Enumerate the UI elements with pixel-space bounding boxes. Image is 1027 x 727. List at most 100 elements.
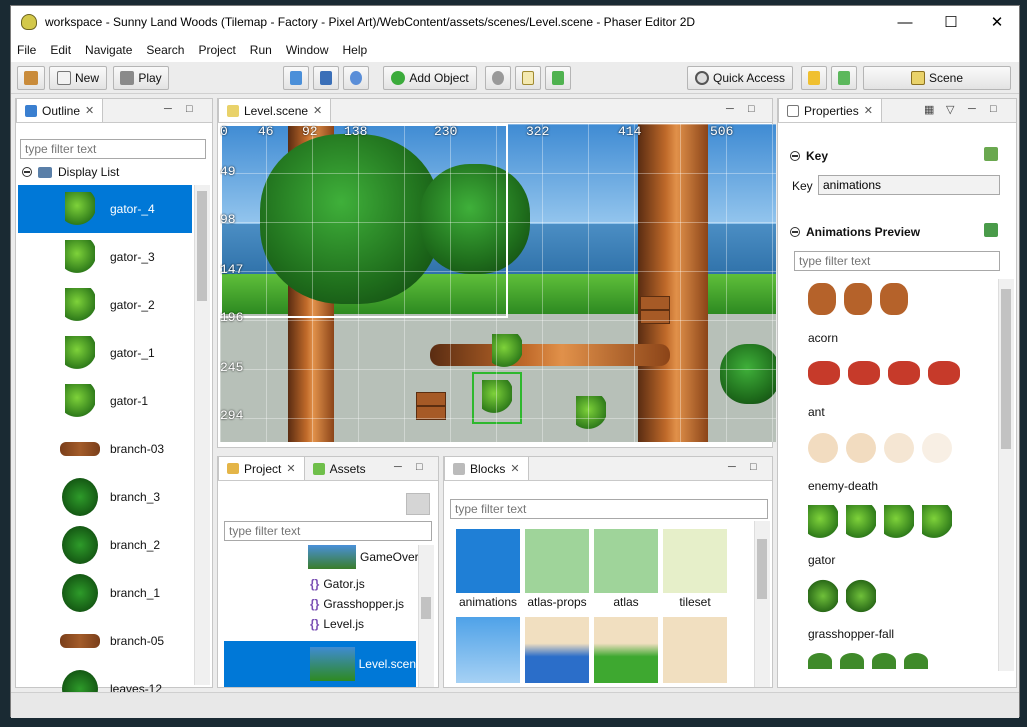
tab-project[interactable]: Project ✕ <box>218 456 305 480</box>
tab-blocks[interactable]: Blocks ✕ <box>444 456 529 480</box>
file-gameover[interactable]: GameOver <box>308 545 419 569</box>
close-icon[interactable]: ✕ <box>864 104 873 117</box>
tab-assets[interactable]: Assets <box>305 458 374 480</box>
tileset-block-icon[interactable] <box>663 529 727 593</box>
collapse-icon[interactable] <box>22 167 32 177</box>
animations-preview-header[interactable]: Animations Preview <box>790 225 920 239</box>
refresh-button[interactable] <box>545 66 571 90</box>
outline-item[interactable]: gator-_3 <box>18 233 192 281</box>
pin-icon[interactable]: ▦ <box>924 103 934 116</box>
translate-tool-button[interactable] <box>283 66 309 90</box>
document-button[interactable] <box>515 66 541 90</box>
outline-scroll-thumb[interactable] <box>197 191 207 301</box>
minimize-icon[interactable]: ─ <box>394 461 402 473</box>
project-tabs: Project ✕ Assets <box>218 456 438 481</box>
sky-block-icon[interactable] <box>456 617 520 683</box>
maximize-icon[interactable]: □ <box>990 103 997 115</box>
sign-block-icon[interactable] <box>663 617 727 683</box>
project-scroll-thumb[interactable] <box>421 597 431 619</box>
key-input[interactable] <box>818 175 1000 195</box>
sync-button[interactable] <box>831 66 857 90</box>
file-grasshopper-js[interactable]: {} Grasshopper.js <box>310 597 404 611</box>
animations-block-icon[interactable] <box>456 529 520 593</box>
outline-item[interactable]: gator-_4 <box>18 185 192 233</box>
scale-tool-button[interactable] <box>313 66 339 90</box>
key-action-icon[interactable] <box>984 147 998 161</box>
project-filter-input[interactable] <box>224 521 432 541</box>
menu-help[interactable]: Help <box>343 43 368 57</box>
settings-button[interactable] <box>485 66 511 90</box>
close-icon[interactable]: ✕ <box>286 462 295 475</box>
outline-item[interactable]: branch-05 <box>18 617 192 665</box>
outline-item[interactable]: branch_2 <box>18 521 192 569</box>
tab-outline[interactable]: Outline ✕ <box>16 98 104 122</box>
properties-tabs: Properties ✕ <box>778 98 1016 123</box>
outline-item[interactable]: branch_3 <box>18 473 192 521</box>
outline-item[interactable]: gator-1 <box>18 377 192 425</box>
file-level-scene[interactable]: Level.scen <box>224 641 416 687</box>
blocks-scroll-thumb[interactable] <box>757 539 767 599</box>
outline-item[interactable]: branch-03 <box>18 425 192 473</box>
new-perspective-button[interactable] <box>801 66 827 90</box>
menu-search[interactable]: Search <box>146 43 184 57</box>
blocks-filter-input[interactable] <box>450 499 768 519</box>
maximize-button[interactable]: ☐ <box>928 6 974 38</box>
outline-item[interactable]: gator-_1 <box>18 329 192 377</box>
bush-block-icon[interactable] <box>594 617 658 683</box>
menu-run[interactable]: Run <box>250 43 272 57</box>
rotate-tool-button[interactable] <box>343 66 369 90</box>
menu-file[interactable]: File <box>17 43 36 57</box>
scene-perspective-button[interactable]: Scene <box>863 66 1011 90</box>
plus-circle-icon <box>391 71 406 85</box>
add-object-button[interactable]: Add Object <box>383 66 477 90</box>
properties-scrollbar[interactable] <box>998 279 1014 671</box>
minimize-icon[interactable]: ─ <box>968 103 976 115</box>
atlas-block-icon[interactable] <box>594 529 658 593</box>
maximize-icon[interactable]: □ <box>416 461 423 473</box>
close-icon[interactable]: ✕ <box>85 104 94 117</box>
close-button[interactable]: ✕ <box>974 6 1020 38</box>
key-section-header[interactable]: Key <box>790 149 828 163</box>
outline-item[interactable]: gator-_2 <box>18 281 192 329</box>
scene-canvas[interactable]: 0 46 92 138 230 322 414 506 49 98 147 19… <box>220 124 776 442</box>
blocks-scrollbar[interactable] <box>754 521 770 687</box>
close-icon[interactable]: ✕ <box>313 104 322 117</box>
hills-block-icon[interactable] <box>525 617 589 683</box>
tab-level-scene[interactable]: Level.scene ✕ <box>218 98 332 122</box>
ruler-x-label: 414 <box>618 124 642 139</box>
properties-scroll-thumb[interactable] <box>1001 289 1011 449</box>
maximize-icon[interactable]: □ <box>750 461 757 473</box>
minimize-icon[interactable]: ─ <box>728 461 736 473</box>
menu-project[interactable]: Project <box>198 43 235 57</box>
tab-properties[interactable]: Properties ✕ <box>778 98 882 122</box>
menu-window[interactable]: Window <box>286 43 329 57</box>
collapse-icon[interactable] <box>790 151 800 161</box>
outline-filter-input[interactable] <box>20 139 206 159</box>
file-gator-js[interactable]: {} Gator.js <box>310 577 365 591</box>
collapse-icon[interactable] <box>790 227 800 237</box>
play-button[interactable]: Play <box>113 66 169 90</box>
atlas-props-block-icon[interactable] <box>525 529 589 593</box>
minimize-icon[interactable]: ─ <box>164 103 172 115</box>
maximize-icon[interactable]: □ <box>186 103 193 115</box>
display-list-node[interactable]: Display List <box>22 165 119 179</box>
chevron-down-icon[interactable]: ▽ <box>946 103 954 116</box>
new-button[interactable]: New <box>49 66 107 90</box>
close-icon[interactable]: ✕ <box>510 462 519 475</box>
sprite-thumbnail <box>58 189 102 229</box>
quick-access-button[interactable]: Quick Access <box>687 66 793 90</box>
menu-navigate[interactable]: Navigate <box>85 43 132 57</box>
export-icon[interactable] <box>984 223 998 237</box>
home-button[interactable] <box>17 66 45 90</box>
outline-scrollbar[interactable] <box>194 185 210 685</box>
maximize-icon[interactable]: □ <box>748 103 755 115</box>
file-level-js[interactable]: {} Level.js <box>310 617 364 631</box>
project-scrollbar[interactable] <box>418 545 434 687</box>
ruler-x-label: 230 <box>434 124 458 139</box>
minimize-button[interactable]: — <box>882 6 928 38</box>
animations-filter-input[interactable] <box>794 251 1000 271</box>
menu-edit[interactable]: Edit <box>50 43 71 57</box>
outline-item[interactable]: branch_1 <box>18 569 192 617</box>
minimize-icon[interactable]: ─ <box>726 103 734 115</box>
view-menu-button[interactable] <box>406 493 430 515</box>
